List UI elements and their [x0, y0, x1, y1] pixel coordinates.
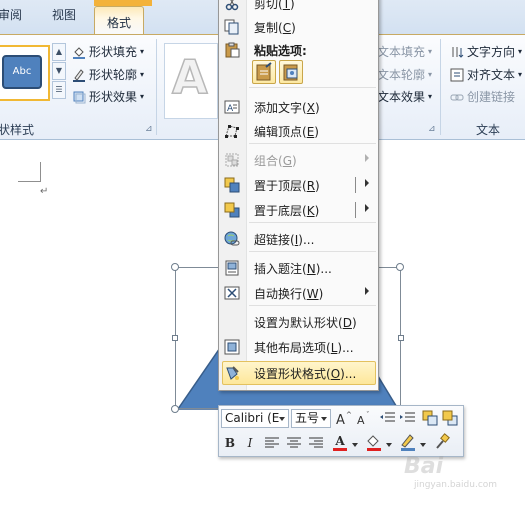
menu-item-group[interactable]: 组合(G) — [219, 148, 378, 172]
menu-separator — [249, 251, 376, 252]
decrease-indent-icon[interactable] — [379, 409, 397, 427]
resize-handle-right[interactable] — [398, 335, 404, 341]
pen-icon[interactable] — [399, 433, 417, 451]
font-color-swatch — [333, 448, 347, 451]
resize-handle-top-right[interactable] — [396, 263, 404, 271]
menu-separator — [249, 305, 376, 306]
paste-keep-source-icon — [256, 62, 272, 81]
menu-item-label: 剪切(T) — [254, 0, 295, 11]
send-back-icon — [224, 202, 240, 218]
font-size-value: 五号 — [295, 411, 320, 425]
submenu-arrow-icon — [365, 154, 369, 162]
menu-item-label: 设置为默认形状(D) — [254, 316, 357, 330]
menu-item-send-to-back[interactable]: 置于底层(K) — [219, 198, 378, 222]
menu-separator — [249, 87, 376, 88]
hyperlink-icon — [224, 231, 240, 247]
font-name-value: Calibri (E — [225, 411, 280, 425]
menu-item-label: 置于底层(K) — [254, 204, 320, 218]
submenu-arrow-icon — [365, 287, 369, 295]
scissors-icon — [224, 0, 240, 11]
bring-front-icon[interactable] — [421, 409, 439, 427]
align-right-icon[interactable] — [307, 434, 325, 452]
menu-item-label: 组合(G) — [254, 154, 297, 168]
caption-icon — [224, 260, 240, 276]
menu-separator — [249, 222, 376, 223]
menu-item-label: 编辑顶点(E) — [254, 125, 319, 139]
fill-bucket-icon[interactable] — [365, 433, 383, 451]
chevron-down-icon[interactable] — [420, 443, 426, 447]
chevron-down-icon[interactable] — [386, 443, 392, 447]
menu-item-cut[interactable]: 剪切(T) — [219, 0, 378, 15]
paste-picture-icon — [283, 64, 298, 81]
menu-item-label: 超链接(I)... — [254, 233, 315, 247]
menu-item-insert-caption[interactable]: 插入题注(N)... — [219, 256, 378, 280]
menu-separator — [249, 143, 376, 144]
italic-button[interactable]: I — [241, 434, 259, 452]
paste-picture-button[interactable] — [279, 60, 303, 84]
menu-item-label: 复制(C) — [254, 21, 296, 35]
edit-points-icon — [224, 123, 240, 139]
format-painter-icon[interactable] — [433, 433, 451, 451]
mini-toolbar: Calibri (E 五号 A ^ Aˇ B I A — [218, 405, 464, 457]
svg-text:A: A — [227, 104, 234, 114]
menu-item-set-default-shape[interactable]: 设置为默认形状(D) — [219, 310, 378, 334]
font-color-button[interactable]: A — [331, 432, 349, 451]
font-color-glyph: A — [335, 434, 345, 448]
menu-item-label: 设置形状格式(O)... — [254, 367, 357, 381]
menu-item-wrap-text[interactable]: 自动换行(W) — [219, 281, 378, 305]
chevron-down-icon[interactable] — [352, 443, 358, 447]
svg-text:A: A — [357, 414, 365, 427]
menu-item-label: 添加文字(X) — [254, 101, 320, 115]
menu-item-edit-points[interactable]: 编辑顶点(E) — [219, 119, 378, 143]
menu-item-bring-to-front[interactable]: 置于顶层(R) — [219, 173, 378, 197]
add-text-icon: A — [224, 99, 240, 115]
copy-icon — [224, 19, 240, 35]
svg-text:^: ^ — [346, 411, 352, 419]
font-size-combo[interactable]: 五号 — [291, 409, 331, 428]
menu-item-label: 置于顶层(R) — [254, 179, 320, 193]
menu-item-add-text[interactable]: A 添加文字(X) — [219, 95, 378, 119]
context-menu: 剪切(T) 复制(C) 粘贴选项: A 添加文字(X) 编辑顶点(E) 组合(G… — [218, 0, 379, 391]
send-back-icon[interactable] — [441, 409, 459, 427]
menu-item-copy[interactable]: 复制(C) — [219, 15, 378, 39]
split-divider — [355, 202, 356, 218]
submenu-arrow-icon[interactable] — [365, 179, 369, 187]
wrap-icon — [224, 285, 240, 301]
clipboard-icon — [224, 42, 240, 58]
menu-item-hyperlink[interactable]: 超链接(I)... — [219, 227, 378, 251]
layout-icon — [224, 339, 240, 355]
menu-item-label: 其他布局选项(L)... — [254, 341, 354, 355]
watermark-logo: Bai — [404, 454, 444, 479]
group-icon — [224, 152, 240, 168]
increase-indent-icon[interactable] — [399, 409, 417, 427]
menu-item-label: 自动换行(W) — [254, 287, 324, 301]
grow-font-icon[interactable]: A ^ — [335, 409, 353, 428]
shrink-font-icon[interactable]: Aˇ — [355, 409, 373, 427]
font-name-combo[interactable]: Calibri (E — [221, 409, 289, 428]
align-center-icon[interactable] — [285, 434, 303, 452]
chevron-down-icon[interactable] — [279, 417, 285, 421]
align-left-icon[interactable] — [263, 434, 281, 452]
svg-text:ˇ: ˇ — [366, 411, 370, 419]
menu-item-format-shape[interactable]: 设置形状格式(O)... — [219, 361, 378, 385]
watermark-url: jingyan.baidu.com — [414, 480, 498, 490]
split-divider — [355, 177, 356, 193]
paste-options-header: 粘贴选项: — [254, 44, 307, 58]
menu-item-more-layout[interactable]: 其他布局选项(L)... — [219, 335, 378, 359]
svg-text:A: A — [336, 413, 345, 427]
bring-front-icon — [224, 177, 240, 193]
menu-item-label: 插入题注(N)... — [254, 262, 332, 276]
chevron-down-icon[interactable] — [321, 417, 327, 421]
resize-handle-left[interactable] — [172, 335, 178, 341]
bold-button[interactable]: B — [221, 434, 239, 452]
resize-handle-bottom-left[interactable] — [171, 405, 179, 413]
resize-handle-top-left[interactable] — [171, 263, 179, 271]
format-shape-icon — [224, 365, 240, 381]
submenu-arrow-icon[interactable] — [365, 204, 369, 212]
paste-keep-source-button[interactable] — [252, 60, 276, 84]
